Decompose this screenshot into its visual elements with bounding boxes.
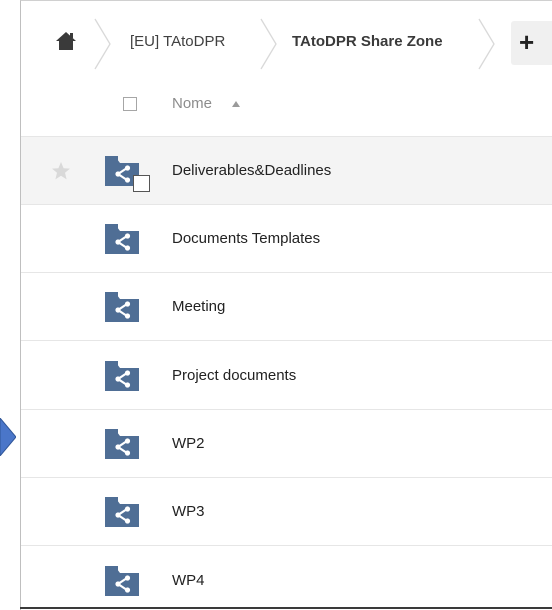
breadcrumb-separator-icon bbox=[94, 18, 111, 70]
list-item[interactable]: Deliverables&Deadlines bbox=[21, 137, 552, 205]
list-item[interactable]: WP2 bbox=[21, 410, 552, 478]
plus-icon: + bbox=[519, 27, 535, 57]
table-header: Nome bbox=[21, 87, 552, 137]
shared-folder-icon[interactable] bbox=[104, 428, 140, 460]
folder-name[interactable]: WP3 bbox=[172, 502, 205, 522]
nav-arrow-icon bbox=[0, 418, 16, 456]
select-all-checkbox[interactable] bbox=[123, 97, 137, 111]
breadcrumb: [EU] TAtoDPR TAtoDPR Share Zone + bbox=[21, 1, 552, 87]
home-icon[interactable] bbox=[55, 31, 77, 51]
favorite-star-icon[interactable] bbox=[51, 161, 71, 181]
shared-folder-icon[interactable] bbox=[104, 565, 140, 597]
shared-folder-icon[interactable] bbox=[104, 223, 140, 255]
folder-name[interactable]: Deliverables&Deadlines bbox=[172, 161, 331, 181]
add-button[interactable]: + bbox=[511, 21, 552, 65]
shared-folder-icon[interactable] bbox=[104, 291, 140, 323]
folder-name[interactable]: Project documents bbox=[172, 366, 296, 386]
breadcrumb-separator-icon bbox=[260, 18, 277, 70]
list-item[interactable]: Meeting bbox=[21, 273, 552, 341]
folder-name[interactable]: Documents Templates bbox=[172, 229, 320, 249]
breadcrumb-item-workspace[interactable]: [EU] TAtoDPR bbox=[130, 33, 225, 51]
list-item[interactable]: Project documents bbox=[21, 342, 552, 410]
breadcrumb-item-current[interactable]: TAtoDPR Share Zone bbox=[292, 33, 443, 51]
folder-name[interactable]: WP2 bbox=[172, 434, 205, 454]
column-header-name[interactable]: Nome bbox=[172, 95, 212, 113]
shared-folder-icon[interactable] bbox=[104, 496, 140, 528]
list-item[interactable]: Documents Templates bbox=[21, 205, 552, 273]
row-checkbox[interactable] bbox=[133, 175, 150, 192]
sort-ascending-icon[interactable] bbox=[231, 100, 241, 108]
list-item[interactable]: WP3 bbox=[21, 478, 552, 546]
folder-name[interactable]: Meeting bbox=[172, 297, 225, 317]
breadcrumb-separator-icon bbox=[478, 18, 495, 70]
file-list-panel: [EU] TAtoDPR TAtoDPR Share Zone + Nome D… bbox=[20, 0, 552, 610]
folder-name[interactable]: WP4 bbox=[172, 571, 205, 591]
list-item[interactable]: WP4 bbox=[21, 547, 552, 610]
divider bbox=[20, 607, 552, 609]
shared-folder-icon[interactable] bbox=[104, 360, 140, 392]
